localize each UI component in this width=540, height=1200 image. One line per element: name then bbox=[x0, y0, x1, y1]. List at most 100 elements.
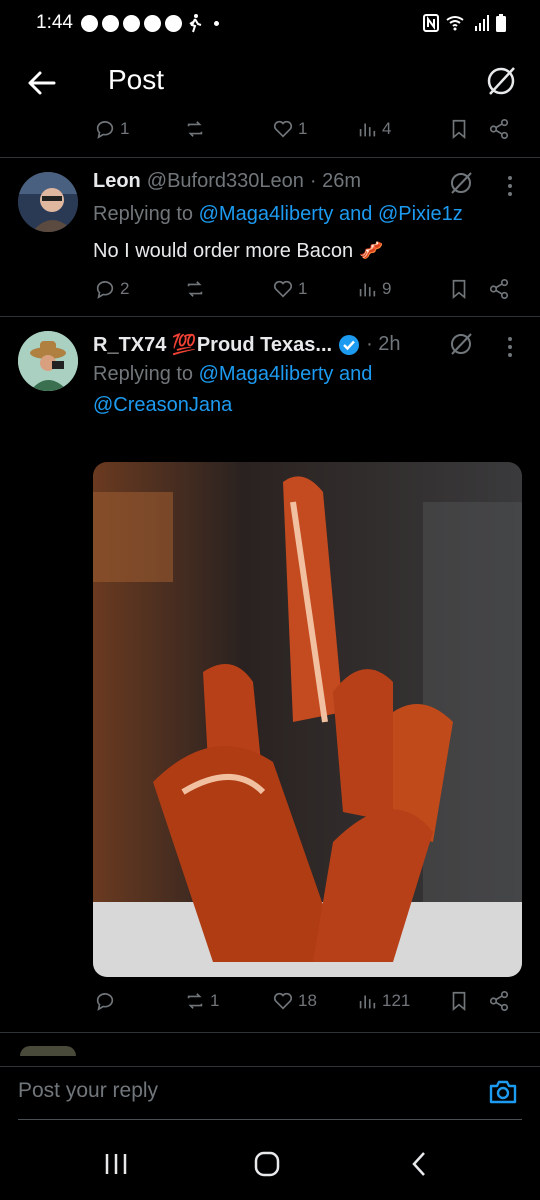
views-button[interactable]: 4 bbox=[356, 118, 391, 140]
like-button[interactable]: 1 bbox=[272, 118, 307, 140]
views-count: 9 bbox=[382, 279, 392, 298]
views-button[interactable]: 9 bbox=[356, 278, 391, 300]
like-count: 1 bbox=[298, 119, 308, 138]
repost-count: 1 bbox=[210, 991, 220, 1010]
share-button[interactable] bbox=[488, 278, 510, 300]
repost-button[interactable] bbox=[184, 118, 206, 140]
bacon-image bbox=[93, 462, 522, 977]
page-title: Post bbox=[108, 64, 165, 95]
reply-input[interactable]: Post your reply bbox=[18, 1079, 158, 1103]
post-actions: 1 18 121 bbox=[0, 990, 540, 1020]
username[interactable]: @Buford330Leon bbox=[147, 170, 304, 193]
repost-button[interactable] bbox=[184, 278, 206, 300]
status-bar: 1:44 bbox=[0, 0, 540, 46]
more-options-icon[interactable] bbox=[508, 176, 514, 200]
post-actions: 2 1 9 bbox=[0, 278, 540, 308]
reply-composer: Post your reply bbox=[0, 1066, 540, 1122]
clock: 1:44 bbox=[36, 12, 73, 33]
system-icons bbox=[423, 14, 506, 32]
post-image[interactable] bbox=[93, 462, 522, 977]
camera-icon[interactable] bbox=[488, 1077, 518, 1107]
heart-icon bbox=[273, 992, 293, 1010]
bookmark-button[interactable] bbox=[448, 278, 470, 300]
bookmark-icon bbox=[452, 279, 466, 300]
reply-icon bbox=[96, 281, 114, 299]
divider bbox=[18, 1119, 522, 1120]
reply-count: 2 bbox=[120, 279, 130, 298]
system-nav-bar bbox=[0, 1126, 540, 1200]
post-header: R_TX74 💯Proud Texas... · 2h bbox=[93, 332, 401, 357]
avatar-image bbox=[18, 331, 78, 391]
heart-icon bbox=[273, 280, 293, 298]
back-arrow-icon[interactable] bbox=[24, 66, 58, 100]
threads-icon bbox=[101, 14, 119, 32]
mention-link[interactable]: @Maga4liberty bbox=[199, 203, 334, 225]
share-icon bbox=[489, 279, 509, 299]
views-icon bbox=[359, 995, 376, 1009]
views-button[interactable]: 121 bbox=[356, 990, 410, 1012]
replying-prefix: Replying to bbox=[93, 203, 194, 225]
share-icon bbox=[489, 991, 509, 1011]
repost-button[interactable]: 1 bbox=[184, 990, 219, 1012]
more-options-icon[interactable] bbox=[508, 337, 514, 361]
post-text: No I would order more Bacon 🥓 bbox=[93, 240, 384, 262]
mention-link[interactable]: @CreasonJana bbox=[93, 394, 232, 416]
bookmark-icon bbox=[452, 991, 466, 1012]
divider bbox=[0, 1032, 540, 1033]
like-count: 18 bbox=[298, 991, 317, 1010]
back-icon[interactable] bbox=[406, 1150, 434, 1178]
messenger-icon bbox=[122, 14, 140, 32]
battery-icon bbox=[496, 14, 506, 32]
notification-icons bbox=[80, 13, 219, 33]
replying-to: Replying to @Maga4liberty and @CreasonJa… bbox=[93, 359, 513, 421]
views-icon bbox=[359, 283, 376, 297]
reply-button[interactable]: 1 bbox=[94, 118, 129, 140]
signal-icon bbox=[475, 15, 489, 31]
share-icon bbox=[489, 119, 509, 139]
reply-count: 1 bbox=[120, 119, 130, 138]
heart-icon bbox=[273, 120, 293, 138]
display-name[interactable]: Leon bbox=[93, 170, 141, 193]
timestamp: · 2h bbox=[366, 333, 401, 355]
views-icon bbox=[359, 123, 376, 137]
bookmark-button[interactable] bbox=[448, 118, 470, 140]
grok-icon[interactable] bbox=[448, 170, 474, 196]
facebook-icon bbox=[164, 14, 182, 32]
like-count: 1 bbox=[298, 279, 308, 298]
avatar[interactable] bbox=[18, 172, 78, 232]
nfc-icon bbox=[423, 14, 439, 32]
repost-icon bbox=[187, 121, 203, 137]
reply-icon bbox=[96, 993, 114, 1011]
timestamp: · 26m bbox=[309, 170, 361, 192]
grok-icon[interactable] bbox=[448, 331, 474, 357]
verified-badge-icon bbox=[339, 334, 360, 355]
reply-post[interactable]: Leon @Buford330Leon · 26m Replying to @M… bbox=[0, 158, 540, 316]
grok-icon[interactable] bbox=[484, 64, 518, 98]
app-bar: Post bbox=[0, 46, 540, 118]
post-header: Leon @Buford330Leon · 26m bbox=[93, 170, 361, 193]
reply-button[interactable]: 2 bbox=[94, 278, 129, 300]
recent-apps-icon[interactable] bbox=[102, 1150, 130, 1178]
mention-joiner: and bbox=[339, 203, 373, 225]
replying-to: Replying to @Maga4liberty and @Pixie1z bbox=[93, 199, 513, 230]
like-button[interactable]: 18 bbox=[272, 990, 317, 1012]
like-button[interactable]: 1 bbox=[272, 278, 307, 300]
wifi-icon bbox=[446, 16, 464, 31]
views-count: 121 bbox=[382, 991, 411, 1010]
avatar[interactable] bbox=[18, 331, 78, 391]
mention-link[interactable]: @Maga4liberty bbox=[199, 363, 334, 385]
share-button[interactable] bbox=[488, 118, 510, 140]
replying-prefix: Replying to bbox=[93, 363, 194, 385]
more-notifications-dot bbox=[213, 20, 219, 26]
home-icon[interactable] bbox=[253, 1150, 281, 1178]
mention-joiner: and bbox=[339, 363, 373, 385]
display-name[interactable]: R_TX74 💯Proud Texas... bbox=[93, 332, 332, 357]
mention-link[interactable]: @Pixie1z bbox=[378, 203, 463, 225]
walking-icon bbox=[189, 14, 202, 33]
reply-button[interactable] bbox=[94, 990, 120, 1012]
share-button[interactable] bbox=[488, 990, 510, 1012]
prev-post-actions: 1 1 4 bbox=[0, 118, 540, 148]
bookmark-button[interactable] bbox=[448, 990, 470, 1012]
avatar bbox=[20, 1046, 76, 1056]
repost-icon bbox=[187, 281, 203, 297]
